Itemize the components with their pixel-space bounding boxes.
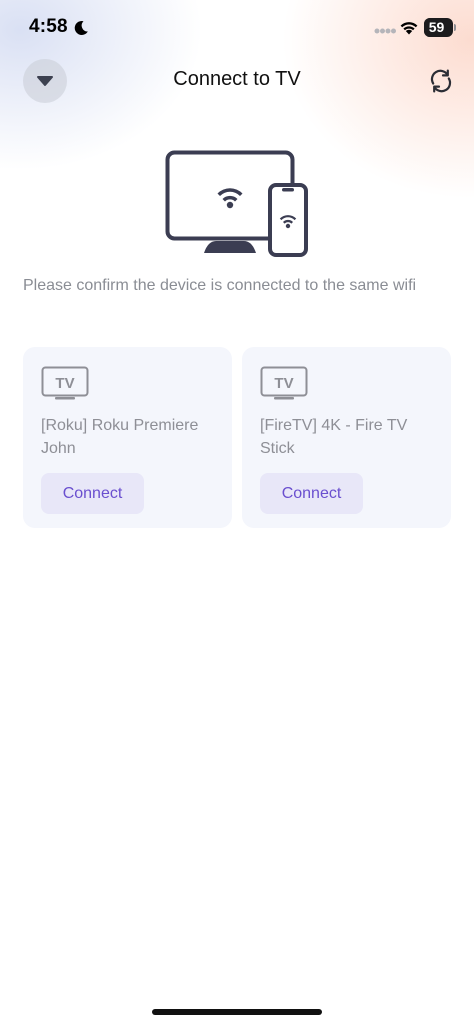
battery-icon: 59	[424, 18, 453, 37]
connect-button[interactable]: Connect	[260, 473, 363, 514]
home-indicator[interactable]	[152, 1009, 322, 1015]
wifi-status-icon	[400, 22, 418, 35]
tv-icon: TV	[41, 366, 89, 400]
moon-icon	[74, 20, 88, 35]
device-card[interactable]: TV [Roku] Roku Premiere John Connect	[23, 347, 232, 528]
tv-icon: TV	[260, 366, 308, 400]
device-name: [FireTV] 4K - Fire TV Stick	[260, 417, 408, 457]
tv-icon-label: TV	[55, 375, 74, 392]
tv-icon-label: TV	[274, 375, 293, 392]
status-time: 4:58	[29, 16, 68, 37]
connect-to-tv-screen: 4:58 59 Connect to TV Please confirm the…	[0, 0, 474, 1025]
device-card[interactable]: TV [FireTV] 4K - Fire TV Stick Connect	[242, 347, 451, 528]
refresh-icon	[430, 69, 452, 93]
battery-nub	[454, 24, 456, 31]
collapse-button[interactable]	[23, 59, 67, 103]
refresh-button[interactable]	[424, 64, 458, 98]
page-title: Connect to TV	[173, 68, 301, 90]
connect-button[interactable]: Connect	[41, 473, 144, 514]
battery-percentage: 59	[428, 19, 445, 35]
triangle-down-icon	[37, 76, 53, 86]
status-bar: 4:58 59	[0, 0, 474, 56]
instruction-text: Please confirm the device is connected t…	[23, 277, 417, 294]
cellular-signal-icon	[374, 28, 396, 34]
tv-phone-wifi-icon	[165, 150, 308, 257]
device-name: [Roku] Roku Premiere John	[41, 417, 199, 457]
